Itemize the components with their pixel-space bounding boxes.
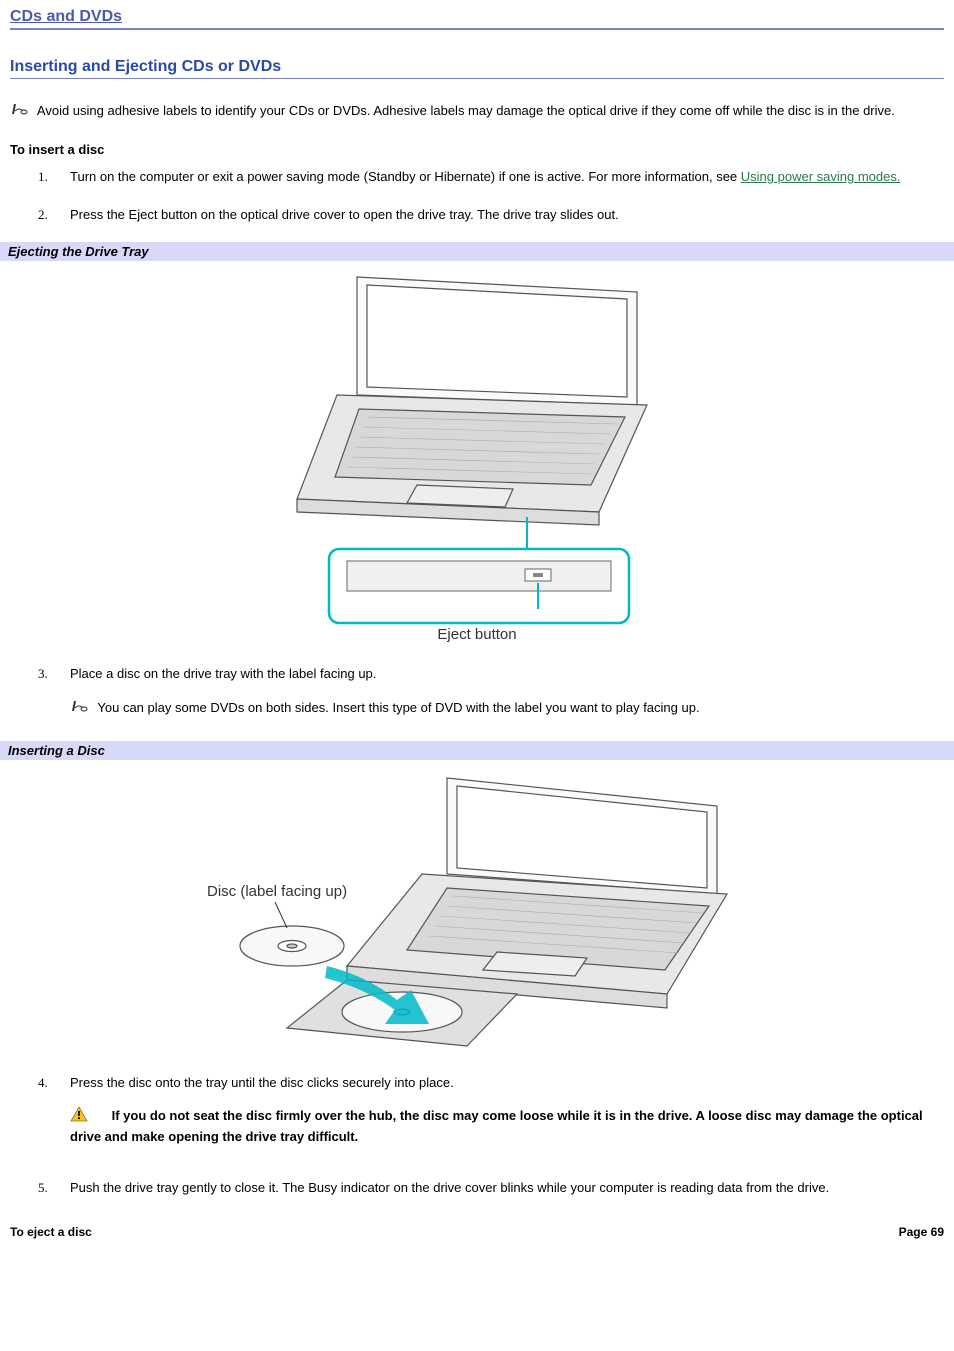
note-text: You can play some DVDs on both sides. In…: [97, 700, 699, 715]
step-4: 4. Press the disc onto the tray until th…: [38, 1073, 944, 1178]
insert-steps-list-cont2: 4. Press the disc onto the tray until th…: [38, 1073, 944, 1215]
figure-eject-tray: Eject button: [10, 267, 944, 650]
step-number: 4.: [38, 1073, 48, 1093]
figure-caption-eject-tray: Ejecting the Drive Tray: [0, 242, 954, 261]
step-text: Turn on the computer or exit a power sav…: [70, 169, 741, 184]
figure-inserting-disc: Disc (label facing up): [10, 766, 944, 1059]
page-header: CDs and DVDs: [10, 8, 944, 30]
link-power-saving-modes[interactable]: Using power saving modes.: [741, 169, 901, 184]
page-footer: To eject a disc Page 69: [10, 1225, 944, 1239]
step-number: 2.: [38, 205, 48, 225]
step-number: 5.: [38, 1178, 48, 1198]
insert-steps-list: 1. Turn on the computer or exit a power …: [38, 167, 944, 242]
step-4-warning: If you do not seat the disc firmly over …: [70, 1106, 944, 1145]
step-2: 2. Press the Eject button on the optical…: [38, 205, 944, 243]
step-1: 1. Turn on the computer or exit a power …: [38, 167, 944, 205]
step-text: Press the disc onto the tray until the d…: [70, 1075, 454, 1090]
callout-disc-label-up: Disc (label facing up): [207, 883, 347, 900]
note-adhesive-labels: Avoid using adhesive labels to identify …: [10, 101, 944, 122]
step-text: Push the drive tray gently to close it. …: [70, 1180, 829, 1195]
heading-to-eject: To eject a disc: [10, 1225, 92, 1239]
warning-icon: [70, 1106, 88, 1127]
figure-caption-inserting-disc: Inserting a Disc: [0, 741, 954, 760]
note-text: Avoid using adhesive labels to identify …: [37, 103, 895, 118]
step-text: Place a disc on the drive tray with the …: [70, 666, 376, 681]
step-3-note: You can play some DVDs on both sides. In…: [70, 698, 944, 719]
insert-steps-list-cont1: 3. Place a disc on the drive tray with t…: [38, 664, 944, 741]
step-text: Press the Eject button on the optical dr…: [70, 207, 619, 222]
section-title: Inserting and Ejecting CDs or DVDs: [10, 58, 944, 79]
callout-eject-button: Eject button: [437, 626, 516, 643]
warning-text: If you do not seat the disc firmly over …: [70, 1108, 923, 1143]
step-5: 5. Push the drive tray gently to close i…: [38, 1178, 944, 1216]
step-number: 1.: [38, 167, 48, 187]
page-number: Page 69: [899, 1225, 944, 1239]
step-3: 3. Place a disc on the drive tray with t…: [38, 664, 944, 741]
note-icon: [10, 101, 30, 122]
heading-to-insert: To insert a disc: [10, 142, 944, 157]
note-icon: [70, 698, 90, 719]
step-number: 3.: [38, 664, 48, 684]
